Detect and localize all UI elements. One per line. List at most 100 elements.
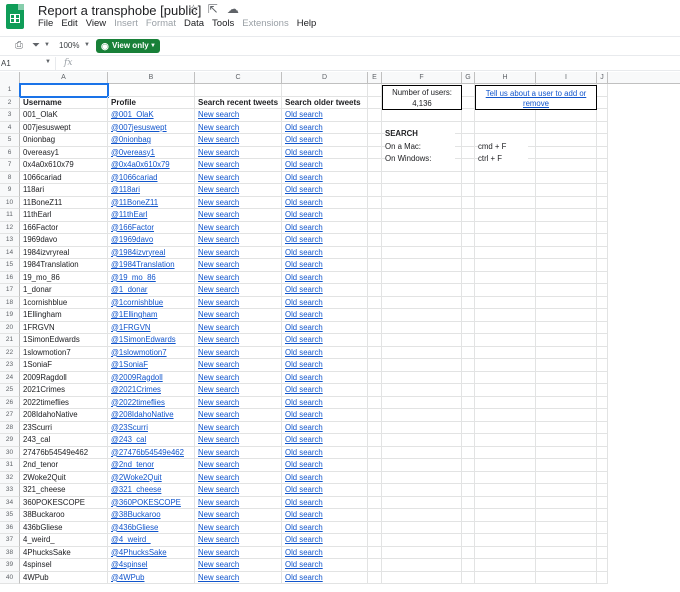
empty-cell[interactable] xyxy=(475,496,536,509)
empty-cell[interactable] xyxy=(382,471,462,484)
empty-cell[interactable] xyxy=(475,171,536,184)
empty-cell[interactable] xyxy=(536,396,597,409)
new-search-link[interactable]: New search xyxy=(195,209,282,222)
cell-a1[interactable] xyxy=(19,83,109,98)
empty-cell[interactable] xyxy=(597,146,608,159)
profile-link[interactable]: @118ari xyxy=(108,184,195,197)
row-number[interactable]: 8 xyxy=(0,171,20,184)
empty-cell[interactable] xyxy=(462,409,475,422)
new-search-link[interactable]: New search xyxy=(195,121,282,134)
empty-cell[interactable] xyxy=(382,521,462,534)
new-search-link[interactable]: New search xyxy=(195,434,282,447)
empty-cell[interactable] xyxy=(475,409,536,422)
empty-cell[interactable] xyxy=(382,346,462,359)
profile-link[interactable]: @0nionbag xyxy=(108,134,195,147)
empty-cell[interactable] xyxy=(536,496,597,509)
new-search-link[interactable]: New search xyxy=(195,371,282,384)
old-search-link[interactable]: Old search xyxy=(282,496,368,509)
row-number[interactable]: 24 xyxy=(0,371,20,384)
username-cell[interactable]: 007jesuswept xyxy=(20,121,108,134)
empty-cell[interactable] xyxy=(195,84,282,97)
profile-link[interactable]: @2021Crimes xyxy=(108,384,195,397)
profile-link[interactable]: @4PhucksSake xyxy=(108,546,195,559)
empty-cell[interactable] xyxy=(368,409,382,422)
new-search-link[interactable]: New search xyxy=(195,471,282,484)
old-search-link[interactable]: Old search xyxy=(282,421,368,434)
empty-cell[interactable] xyxy=(382,434,462,447)
username-cell[interactable]: 2021Crimes xyxy=(20,384,108,397)
empty-cell[interactable] xyxy=(462,521,475,534)
empty-cell[interactable] xyxy=(382,209,462,222)
empty-cell[interactable] xyxy=(382,171,462,184)
old-search-link[interactable]: Old search xyxy=(282,171,368,184)
empty-cell[interactable] xyxy=(597,234,608,247)
empty-cell[interactable] xyxy=(597,484,608,497)
username-cell[interactable]: 1FRGVN xyxy=(20,321,108,334)
empty-cell[interactable] xyxy=(382,496,462,509)
filter-dropdown-icon[interactable]: ▼ xyxy=(44,42,50,48)
menu-file[interactable]: File xyxy=(38,18,57,29)
empty-cell[interactable] xyxy=(536,334,597,347)
empty-cell[interactable] xyxy=(597,521,608,534)
menu-view[interactable]: View xyxy=(86,18,110,29)
empty-cell[interactable] xyxy=(462,571,475,584)
profile-link[interactable]: @007jesuswept xyxy=(108,121,195,134)
empty-cell[interactable] xyxy=(382,446,462,459)
row-number[interactable]: 23 xyxy=(0,359,20,372)
column-header-a[interactable]: A xyxy=(20,72,108,84)
empty-cell[interactable] xyxy=(475,396,536,409)
empty-cell[interactable] xyxy=(597,159,608,172)
old-search-link[interactable]: Old search xyxy=(282,159,368,172)
profile-link[interactable]: @2022timeflies xyxy=(108,396,195,409)
empty-cell[interactable] xyxy=(536,359,597,372)
empty-cell[interactable] xyxy=(536,509,597,522)
empty-cell[interactable] xyxy=(382,421,462,434)
empty-cell[interactable] xyxy=(382,484,462,497)
profile-link[interactable]: @4spinsel xyxy=(108,559,195,572)
empty-cell[interactable] xyxy=(597,134,608,147)
new-search-link[interactable]: New search xyxy=(195,534,282,547)
empty-cell[interactable] xyxy=(536,421,597,434)
empty-cell[interactable] xyxy=(597,309,608,322)
old-search-link[interactable]: Old search xyxy=(282,146,368,159)
row-number[interactable]: 12 xyxy=(0,221,20,234)
username-cell[interactable]: 1984Translation xyxy=(20,259,108,272)
empty-cell[interactable] xyxy=(597,396,608,409)
new-search-link[interactable]: New search xyxy=(195,421,282,434)
empty-cell[interactable] xyxy=(475,521,536,534)
username-cell[interactable]: 166Factor xyxy=(20,221,108,234)
empty-cell[interactable] xyxy=(368,84,382,97)
empty-cell[interactable] xyxy=(382,371,462,384)
empty-cell[interactable] xyxy=(368,484,382,497)
empty-cell[interactable] xyxy=(536,571,597,584)
old-search-link[interactable]: Old search xyxy=(282,346,368,359)
empty-cell[interactable] xyxy=(368,446,382,459)
empty-cell[interactable] xyxy=(536,409,597,422)
empty-cell[interactable] xyxy=(368,121,382,134)
empty-cell[interactable] xyxy=(382,284,462,297)
new-search-link[interactable]: New search xyxy=(195,284,282,297)
profile-link[interactable]: @27476b54549e462 xyxy=(108,446,195,459)
row-number[interactable]: 25 xyxy=(0,384,20,397)
empty-cell[interactable] xyxy=(475,184,536,197)
new-search-link[interactable]: New search xyxy=(195,296,282,309)
empty-cell[interactable] xyxy=(382,534,462,547)
empty-cell[interactable] xyxy=(382,509,462,522)
username-cell[interactable]: 38Buckaroo xyxy=(20,509,108,522)
empty-cell[interactable] xyxy=(382,321,462,334)
old-search-link[interactable]: Old search xyxy=(282,134,368,147)
empty-cell[interactable] xyxy=(382,396,462,409)
username-cell[interactable]: 118ari xyxy=(20,184,108,197)
empty-cell[interactable] xyxy=(368,271,382,284)
new-search-link[interactable]: New search xyxy=(195,559,282,572)
username-cell[interactable]: 0vereasy1 xyxy=(20,146,108,159)
column-header-h[interactable]: H xyxy=(475,72,536,84)
profile-link[interactable]: @19_mo_86 xyxy=(108,271,195,284)
menu-edit[interactable]: Edit xyxy=(61,18,81,29)
profile-link[interactable]: @1SoniaF xyxy=(108,359,195,372)
row-number[interactable]: 18 xyxy=(0,296,20,309)
column-header-e[interactable]: E xyxy=(368,72,382,84)
empty-cell[interactable] xyxy=(462,509,475,522)
row-number[interactable]: 38 xyxy=(0,546,20,559)
empty-cell[interactable] xyxy=(597,121,608,134)
